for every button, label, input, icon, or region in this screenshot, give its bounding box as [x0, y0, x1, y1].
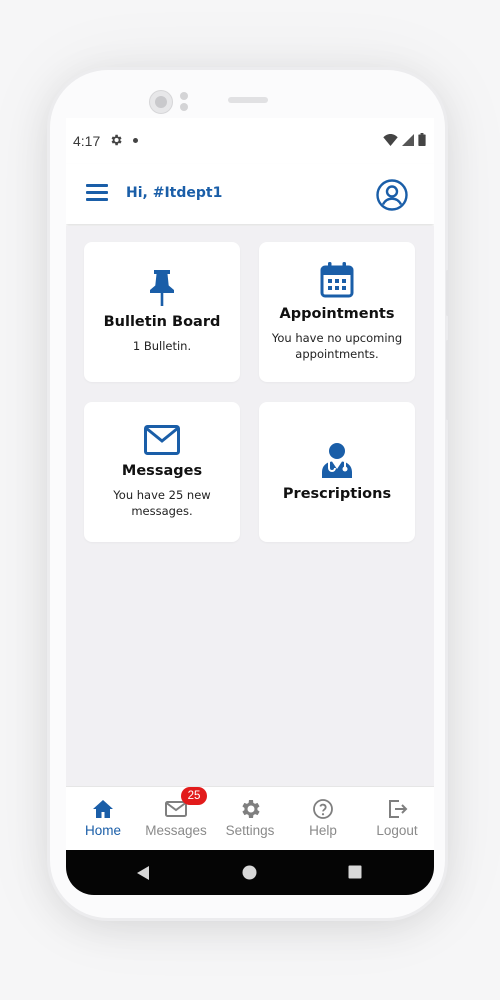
camera-lens	[149, 90, 173, 114]
greeting-text: Hi, #Itdept1	[126, 185, 223, 201]
sensor-dot	[180, 103, 188, 111]
battery-icon	[418, 133, 426, 146]
logout-icon	[389, 800, 408, 818]
system-navigation-bar	[66, 850, 434, 895]
nav-label: Help	[309, 823, 337, 838]
card-subtitle: You have no upcoming appointments.	[271, 331, 403, 361]
nav-home[interactable]: Home	[66, 787, 140, 851]
nav-logout[interactable]: Logout	[360, 787, 434, 851]
cell-signal-icon	[402, 133, 414, 146]
recents-icon[interactable]	[348, 865, 362, 879]
home-icon	[93, 800, 113, 818]
app-bar: Hi, #Itdept1	[66, 164, 434, 224]
appointments-card[interactable]: Appointments You have no upcoming appoin…	[259, 242, 415, 382]
bulletin-board-card[interactable]: Bulletin Board 1 Bulletin.	[84, 242, 240, 382]
card-title: Prescriptions	[282, 486, 392, 502]
card-title: Appointments	[279, 306, 395, 322]
settings-status-icon	[109, 133, 123, 150]
back-icon[interactable]	[136, 865, 150, 881]
help-circle-icon	[313, 799, 333, 819]
nav-label: Settings	[225, 823, 275, 838]
pushpin-icon	[150, 270, 174, 306]
nav-label: Logout	[376, 823, 418, 838]
nav-settings[interactable]: Settings	[213, 787, 287, 851]
card-title: Messages	[121, 463, 203, 479]
home-circle-icon[interactable]	[242, 865, 257, 880]
unread-count-badge: 25	[181, 787, 207, 805]
messages-card[interactable]: Messages You have 25 new messages.	[84, 402, 240, 542]
menu-icon[interactable]	[86, 184, 110, 202]
volume-button	[446, 270, 449, 316]
prescriptions-card[interactable]: Prescriptions	[259, 402, 415, 542]
nav-messages[interactable]: 25 Messages	[139, 787, 213, 851]
envelope-icon	[144, 425, 180, 455]
power-button	[446, 340, 449, 420]
status-time: 4:17	[73, 133, 101, 149]
nav-label: Messages	[145, 823, 207, 838]
dashboard-grid: Bulletin Board 1 Bulletin. Appointments …	[66, 226, 434, 786]
card-subtitle: 1 Bulletin.	[132, 339, 192, 353]
gear-icon	[242, 800, 260, 818]
app-screen: 4:17 Hi, #Itdept1 Bulletin Board 1 Bulle…	[66, 118, 434, 895]
calendar-icon	[320, 262, 354, 298]
bottom-navigation: Home 25 Messages Settings Help Logout	[66, 786, 434, 851]
status-bar: 4:17	[66, 118, 434, 164]
wifi-icon	[383, 133, 398, 146]
speaker-grille	[228, 97, 268, 103]
card-subtitle: You have 25 new messages.	[113, 488, 211, 518]
notification-dot-icon	[133, 138, 138, 143]
nav-help[interactable]: Help	[286, 787, 360, 851]
card-title: Bulletin Board	[103, 314, 221, 330]
status-icons	[383, 133, 426, 146]
doctor-stethoscope-icon	[322, 443, 352, 478]
profile-icon[interactable]	[376, 179, 408, 211]
nav-label: Home	[84, 823, 121, 838]
sensor-dot	[180, 92, 188, 100]
